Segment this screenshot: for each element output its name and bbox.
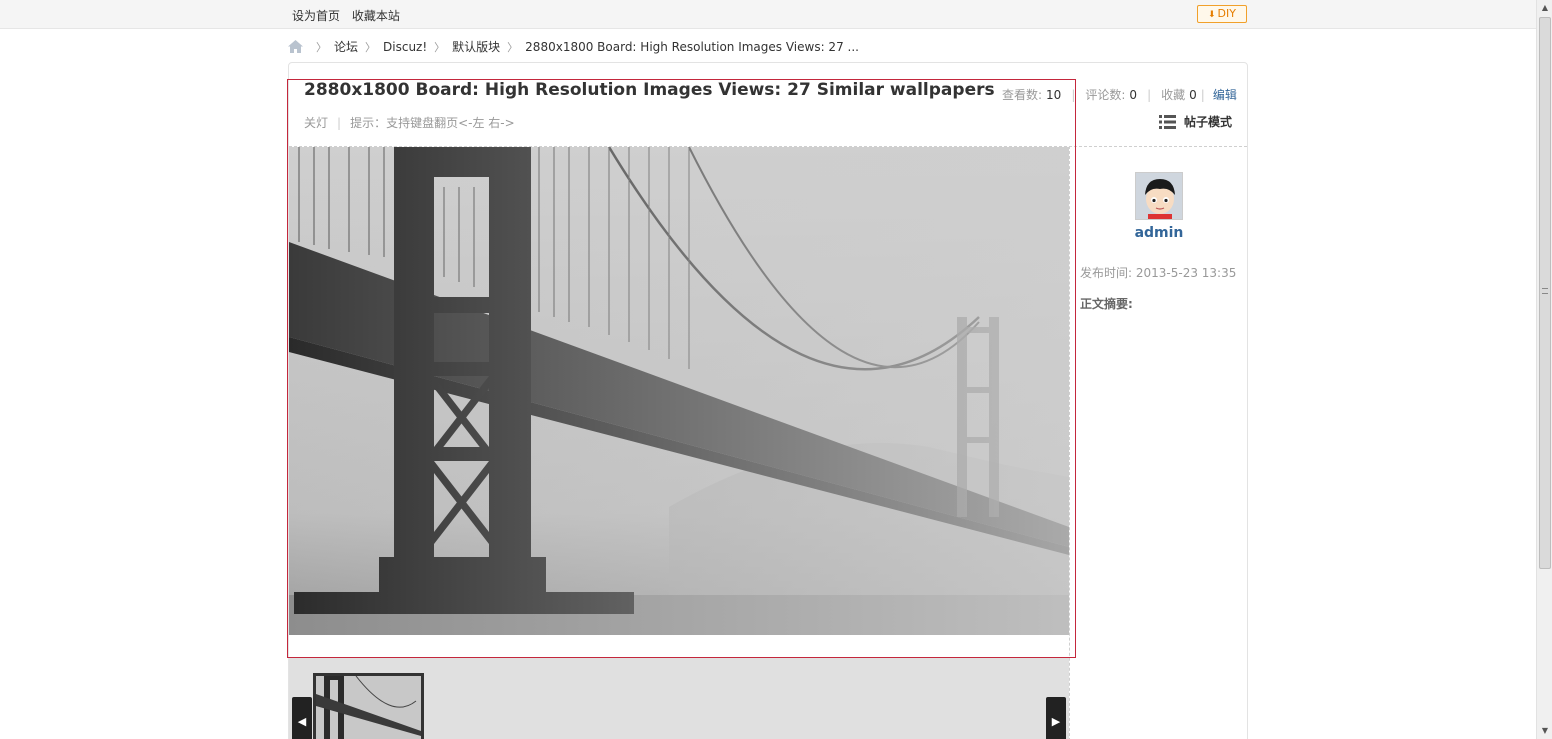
next-image-button[interactable]: ▶ — [1046, 697, 1066, 739]
main-photo[interactable] — [289, 147, 1069, 635]
breadcrumb-item-forum[interactable]: 论坛 — [334, 38, 358, 55]
author-name[interactable]: admin — [1108, 225, 1210, 241]
top-bar: 设为首页 收藏本站 — [0, 0, 1536, 29]
grip-icon — [1542, 288, 1548, 294]
divider: | — [1147, 87, 1152, 102]
keyboard-hint: 提示：支持键盘翻页<-左 右-> — [350, 116, 515, 130]
divider: | — [337, 116, 342, 130]
post-title: 2880x1800 Board: High Resolution Images … — [304, 80, 995, 100]
breadcrumb-separator: 〉 — [434, 40, 446, 54]
divider: | — [1071, 87, 1076, 102]
breadcrumb-item-default-board[interactable]: 默认版块 — [452, 38, 500, 55]
summary-label: 正文摘要: — [1080, 297, 1133, 311]
post-mode-button[interactable]: 帖子模式 — [1159, 113, 1232, 130]
breadcrumb-item-discuz[interactable]: Discuz! — [383, 40, 427, 54]
diy-label: DIY — [1217, 7, 1236, 20]
breadcrumb-item-current[interactable]: 2880x1800 Board: High Resolution Images … — [525, 40, 859, 54]
views-label: 查看数: — [1002, 88, 1043, 102]
prev-image-button[interactable]: ◀ — [292, 697, 312, 739]
chevron-left-icon: ◀ — [297, 715, 307, 728]
breadcrumb: 〉 论坛 〉 Discuz! 〉 默认版块 〉 2880x1800 Board:… — [288, 38, 859, 55]
thumbnail-item[interactable] — [313, 673, 424, 739]
list-icon — [1159, 114, 1176, 129]
divider: | — [1200, 87, 1205, 102]
light-off-button[interactable]: 关灯 — [304, 116, 328, 130]
comments-label: 评论数: — [1085, 88, 1126, 102]
breadcrumb-separator: 〉 — [316, 40, 327, 54]
favorites-label[interactable]: 收藏 — [1161, 86, 1185, 103]
avatar-image — [1136, 173, 1182, 219]
favorites-count: 0 — [1189, 87, 1197, 102]
top-links: 设为首页 收藏本站 — [292, 7, 408, 24]
breadcrumb-separator: 〉 — [365, 40, 377, 54]
publish-time: 发布时间: 2013-5-23 13:35 — [1080, 266, 1237, 280]
scroll-thumb[interactable] — [1539, 17, 1551, 569]
set-homepage-link[interactable]: 设为首页 — [292, 9, 340, 23]
diy-button[interactable]: ⬇ DIY — [1197, 5, 1247, 23]
vertical-scrollbar[interactable]: ▲ ▼ — [1536, 0, 1552, 739]
edit-link[interactable]: 编辑 — [1213, 86, 1237, 103]
scroll-up-icon[interactable]: ▲ — [1537, 0, 1552, 16]
breadcrumb-separator: 〉 — [507, 40, 519, 54]
bridge-photo-graphic — [289, 147, 1069, 635]
chevron-right-icon: ▶ — [1051, 715, 1061, 728]
home-icon[interactable] — [288, 40, 303, 53]
divider-vertical — [1069, 146, 1070, 739]
post-mode-label: 帖子模式 — [1184, 115, 1233, 129]
post-stats: 查看数: 10 | 评论数: 0 | 收藏 0 | 编辑 — [1002, 86, 1237, 103]
scroll-down-icon[interactable]: ▼ — [1537, 723, 1552, 739]
comments-count: 0 — [1129, 87, 1138, 102]
bookmark-link[interactable]: 收藏本站 — [352, 9, 400, 23]
views-count: 10 — [1046, 87, 1062, 102]
avatar[interactable] — [1135, 172, 1183, 220]
thumbnail-image — [316, 676, 421, 739]
arrow-down-icon: ⬇ — [1208, 10, 1216, 20]
post-subline: 关灯 | 提示：支持键盘翻页<-左 右-> — [304, 114, 515, 131]
